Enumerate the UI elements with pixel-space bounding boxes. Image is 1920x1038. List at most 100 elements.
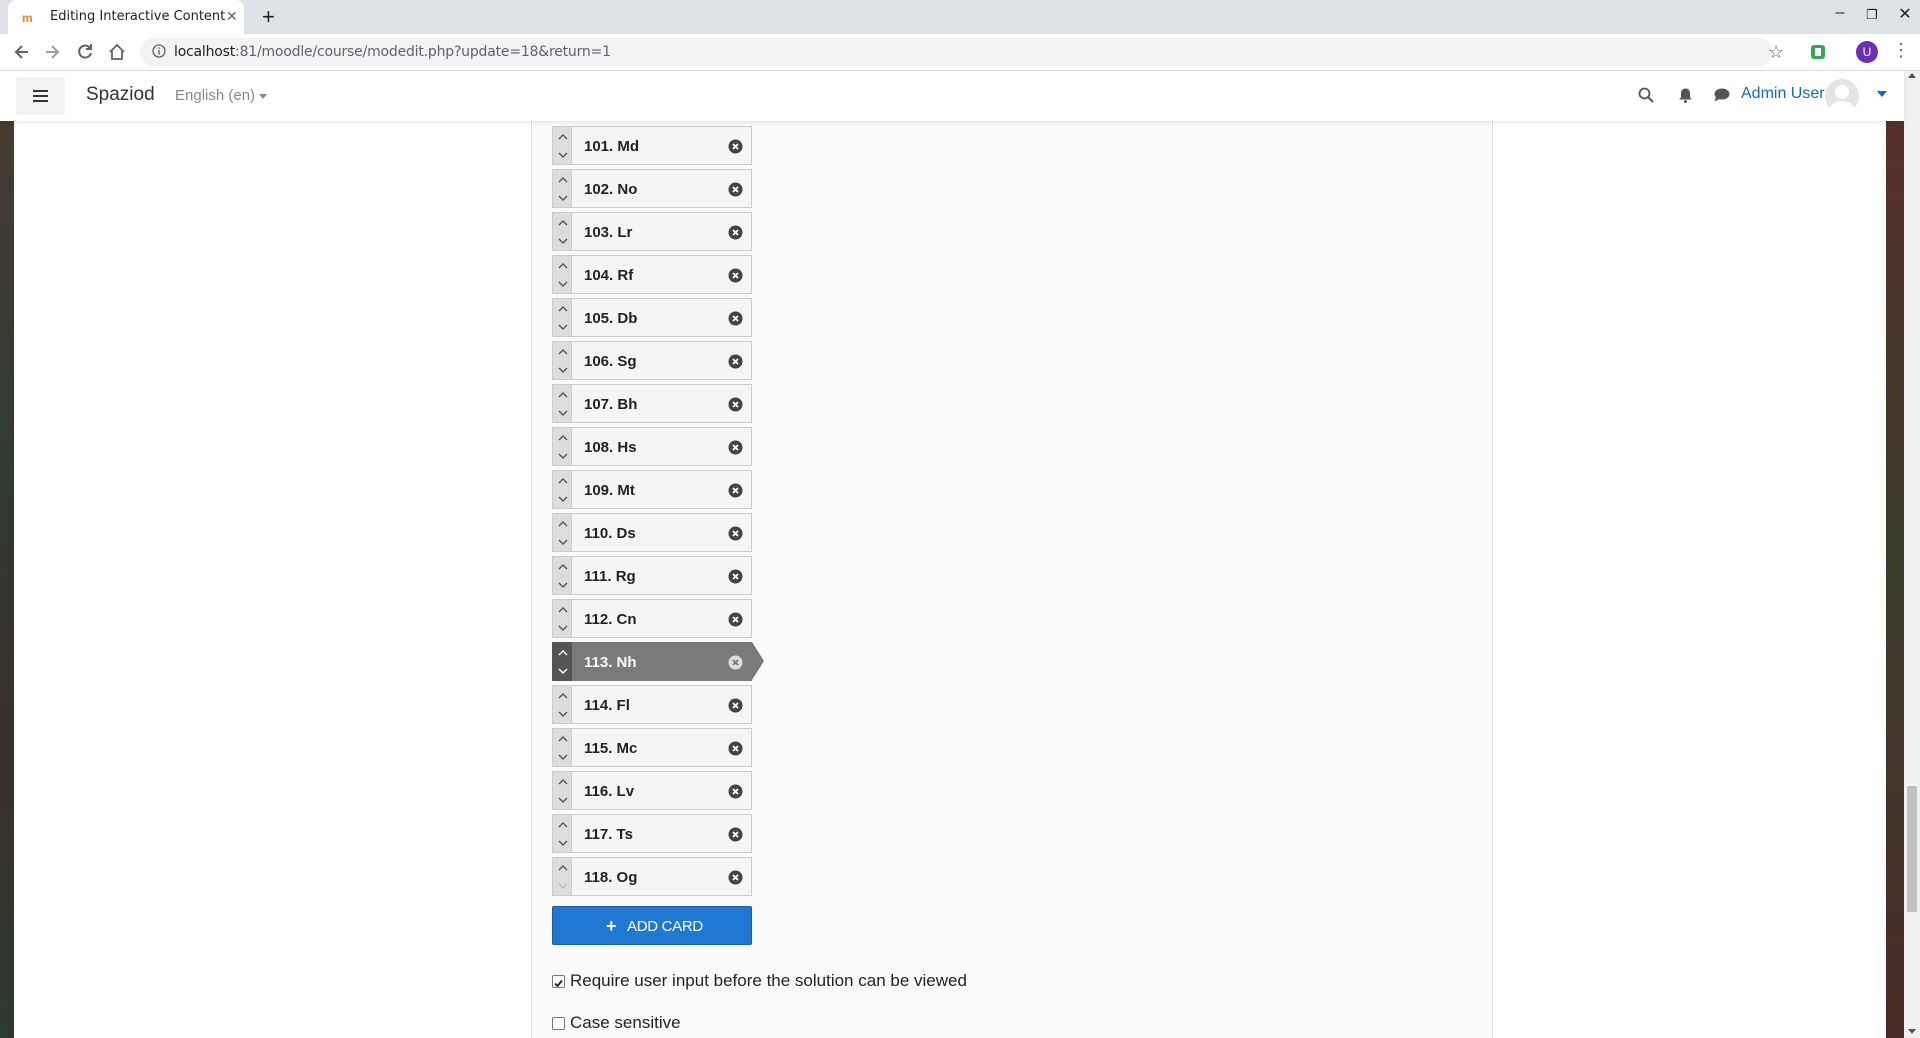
scroll-up-arrow-icon[interactable] <box>1908 73 1916 78</box>
card-sort-handle[interactable] <box>552 771 572 810</box>
card-item[interactable]: 109. Mt <box>552 470 752 509</box>
card-sort-handle[interactable] <box>552 427 572 466</box>
card-item[interactable]: 114. Fl <box>552 685 752 724</box>
remove-card-icon[interactable] <box>728 526 743 541</box>
remove-card-icon[interactable] <box>728 397 743 412</box>
profile-avatar[interactable]: U <box>1856 41 1878 63</box>
card-sort-handle[interactable] <box>552 642 572 681</box>
language-caret-icon[interactable] <box>259 94 267 99</box>
remove-card-icon[interactable] <box>728 268 743 283</box>
move-up-icon[interactable] <box>557 345 569 359</box>
move-up-icon[interactable] <box>557 130 569 144</box>
card-body[interactable]: 114. Fl <box>572 685 752 724</box>
card-sort-handle[interactable] <box>552 126 572 165</box>
move-up-icon[interactable] <box>557 431 569 445</box>
remove-card-icon[interactable] <box>728 870 743 885</box>
card-body[interactable]: 116. Lv <box>572 771 752 810</box>
move-up-icon[interactable] <box>557 818 569 832</box>
move-down-icon[interactable] <box>557 148 569 162</box>
card-item[interactable]: 111. Rg <box>552 556 752 595</box>
restore-icon[interactable]: ❐ <box>1862 7 1882 23</box>
remove-card-icon[interactable] <box>728 784 743 799</box>
remove-card-icon[interactable] <box>728 354 743 369</box>
card-item[interactable]: 105. Db <box>552 298 752 337</box>
card-sort-handle[interactable] <box>552 513 572 552</box>
card-item[interactable]: 112. Cn <box>552 599 752 638</box>
browser-menu-icon[interactable]: ⋮ <box>1892 40 1910 61</box>
scroll-thumb[interactable] <box>1907 786 1917 912</box>
card-item[interactable]: 106. Sg <box>552 341 752 380</box>
move-up-icon[interactable] <box>557 259 569 273</box>
card-sort-handle[interactable] <box>552 556 572 595</box>
info-icon[interactable] <box>152 44 166 58</box>
page-scrollbar[interactable] <box>1904 71 1920 1038</box>
card-sort-handle[interactable] <box>552 341 572 380</box>
site-name[interactable]: Spaziod <box>86 84 155 106</box>
move-down-icon[interactable] <box>557 320 569 334</box>
card-item[interactable]: 113. Nh <box>552 642 764 681</box>
card-item[interactable]: 104. Rf <box>552 255 752 294</box>
move-down-icon[interactable] <box>557 492 569 506</box>
card-sort-handle[interactable] <box>552 470 572 509</box>
card-sort-handle[interactable] <box>552 599 572 638</box>
move-down-icon[interactable] <box>557 191 569 205</box>
move-up-icon[interactable] <box>557 732 569 746</box>
hamburger-menu-button[interactable] <box>16 77 65 115</box>
remove-card-icon[interactable] <box>728 569 743 584</box>
card-item[interactable]: 107. Bh <box>552 384 752 423</box>
forward-icon[interactable] <box>42 42 62 62</box>
card-sort-handle[interactable] <box>552 685 572 724</box>
remove-card-icon[interactable] <box>728 311 743 326</box>
card-item[interactable]: 117. Ts <box>552 814 752 853</box>
card-item[interactable]: 118. Og <box>552 857 752 896</box>
card-sort-handle[interactable] <box>552 169 572 208</box>
move-up-icon[interactable] <box>557 173 569 187</box>
remove-card-icon[interactable] <box>728 440 743 455</box>
remove-card-icon[interactable] <box>728 655 743 670</box>
remove-card-icon[interactable] <box>728 741 743 756</box>
language-menu[interactable]: English (en) <box>175 87 255 104</box>
move-up-icon[interactable] <box>557 646 569 660</box>
move-down-icon[interactable] <box>557 793 569 807</box>
card-body[interactable]: 110. Ds <box>572 513 752 552</box>
move-down-icon[interactable] <box>557 578 569 592</box>
card-body[interactable]: 104. Rf <box>572 255 752 294</box>
require-input-label[interactable]: Require user input before the solution c… <box>570 971 967 991</box>
move-down-icon[interactable] <box>557 449 569 463</box>
browser-tab[interactable]: m Editing Interactive Content ✕ <box>8 0 244 34</box>
card-sort-handle[interactable] <box>552 298 572 337</box>
card-item[interactable]: 103. Lr <box>552 212 752 251</box>
card-body[interactable]: 113. Nh <box>572 642 752 681</box>
move-up-icon[interactable] <box>557 560 569 574</box>
close-window-icon[interactable]: ✕ <box>1895 4 1915 24</box>
move-down-icon[interactable] <box>557 707 569 721</box>
move-down-icon[interactable] <box>557 879 569 893</box>
card-body[interactable]: 109. Mt <box>572 470 752 509</box>
card-body[interactable]: 112. Cn <box>572 599 752 638</box>
move-up-icon[interactable] <box>557 775 569 789</box>
move-up-icon[interactable] <box>557 689 569 703</box>
move-up-icon[interactable] <box>557 861 569 875</box>
card-sort-handle[interactable] <box>552 212 572 251</box>
card-item[interactable]: 108. Hs <box>552 427 752 466</box>
move-down-icon[interactable] <box>557 621 569 635</box>
move-down-icon[interactable] <box>557 234 569 248</box>
move-up-icon[interactable] <box>557 388 569 402</box>
card-sort-handle[interactable] <box>552 857 572 896</box>
home-icon[interactable] <box>107 42 127 62</box>
reload-icon[interactable] <box>75 42 95 62</box>
user-menu-name[interactable]: Admin User <box>1741 85 1825 103</box>
remove-card-icon[interactable] <box>728 225 743 240</box>
card-item[interactable]: 102. No <box>552 169 752 208</box>
card-body[interactable]: 117. Ts <box>572 814 752 853</box>
extension-icon[interactable] <box>1810 44 1826 60</box>
new-tab-icon[interactable]: + <box>262 4 275 30</box>
card-body[interactable]: 118. Og <box>572 857 752 896</box>
move-up-icon[interactable] <box>557 517 569 531</box>
card-body[interactable]: 103. Lr <box>572 212 752 251</box>
add-card-button[interactable]: + ADD CARD <box>552 906 752 945</box>
move-up-icon[interactable] <box>557 603 569 617</box>
tab-close-icon[interactable]: ✕ <box>226 8 238 25</box>
card-body[interactable]: 115. Mc <box>572 728 752 767</box>
move-down-icon[interactable] <box>557 363 569 377</box>
